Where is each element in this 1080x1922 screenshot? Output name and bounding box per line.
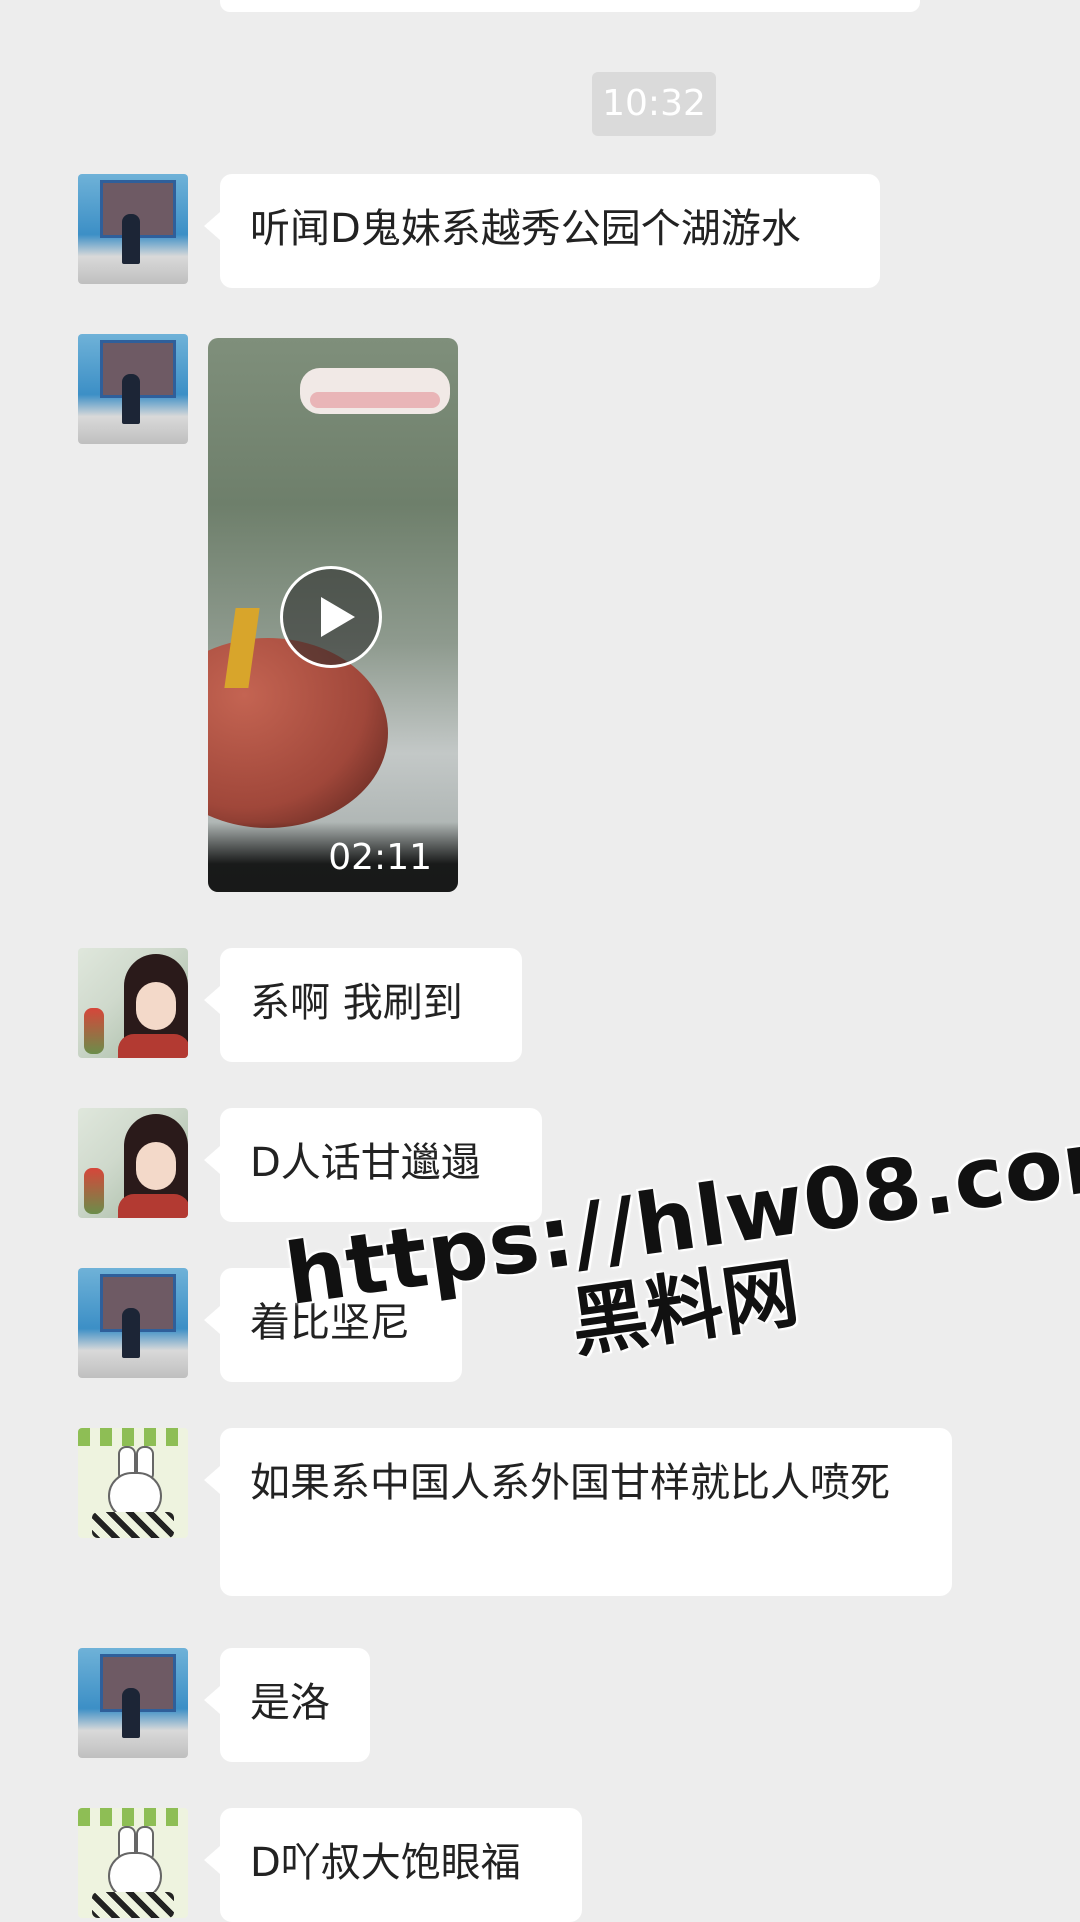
video-thumbnail [300,368,450,414]
previous-message-bubble[interactable] [220,0,920,12]
message-bubble[interactable]: D吖叔大饱眼福 [204,1808,582,1922]
avatar[interactable] [78,1108,188,1218]
video-message[interactable]: 02:11 [208,338,458,892]
avatar[interactable] [78,1648,188,1758]
avatar[interactable] [78,948,188,1058]
timestamp: 10:32 [592,72,716,136]
play-icon[interactable] [280,566,382,668]
message-bubble[interactable]: 是洛 [204,1648,370,1762]
avatar[interactable] [78,174,188,284]
message-bubble[interactable]: 听闻D鬼妹系越秀公园个湖游水 [204,174,880,288]
avatar[interactable] [78,334,188,444]
avatar[interactable] [78,1428,188,1538]
message-bubble[interactable]: 如果系中国人系外国甘样就比人喷死 [204,1428,952,1596]
chat-view: 10:32 听闻D鬼妹系越秀公园个湖游水 02:11 系啊 我刷到 D人话甘邋遢… [0,0,1080,1922]
message-bubble[interactable]: 系啊 我刷到 [204,948,522,1062]
avatar[interactable] [78,1268,188,1378]
avatar[interactable] [78,1808,188,1918]
video-duration: 02:11 [328,837,432,878]
